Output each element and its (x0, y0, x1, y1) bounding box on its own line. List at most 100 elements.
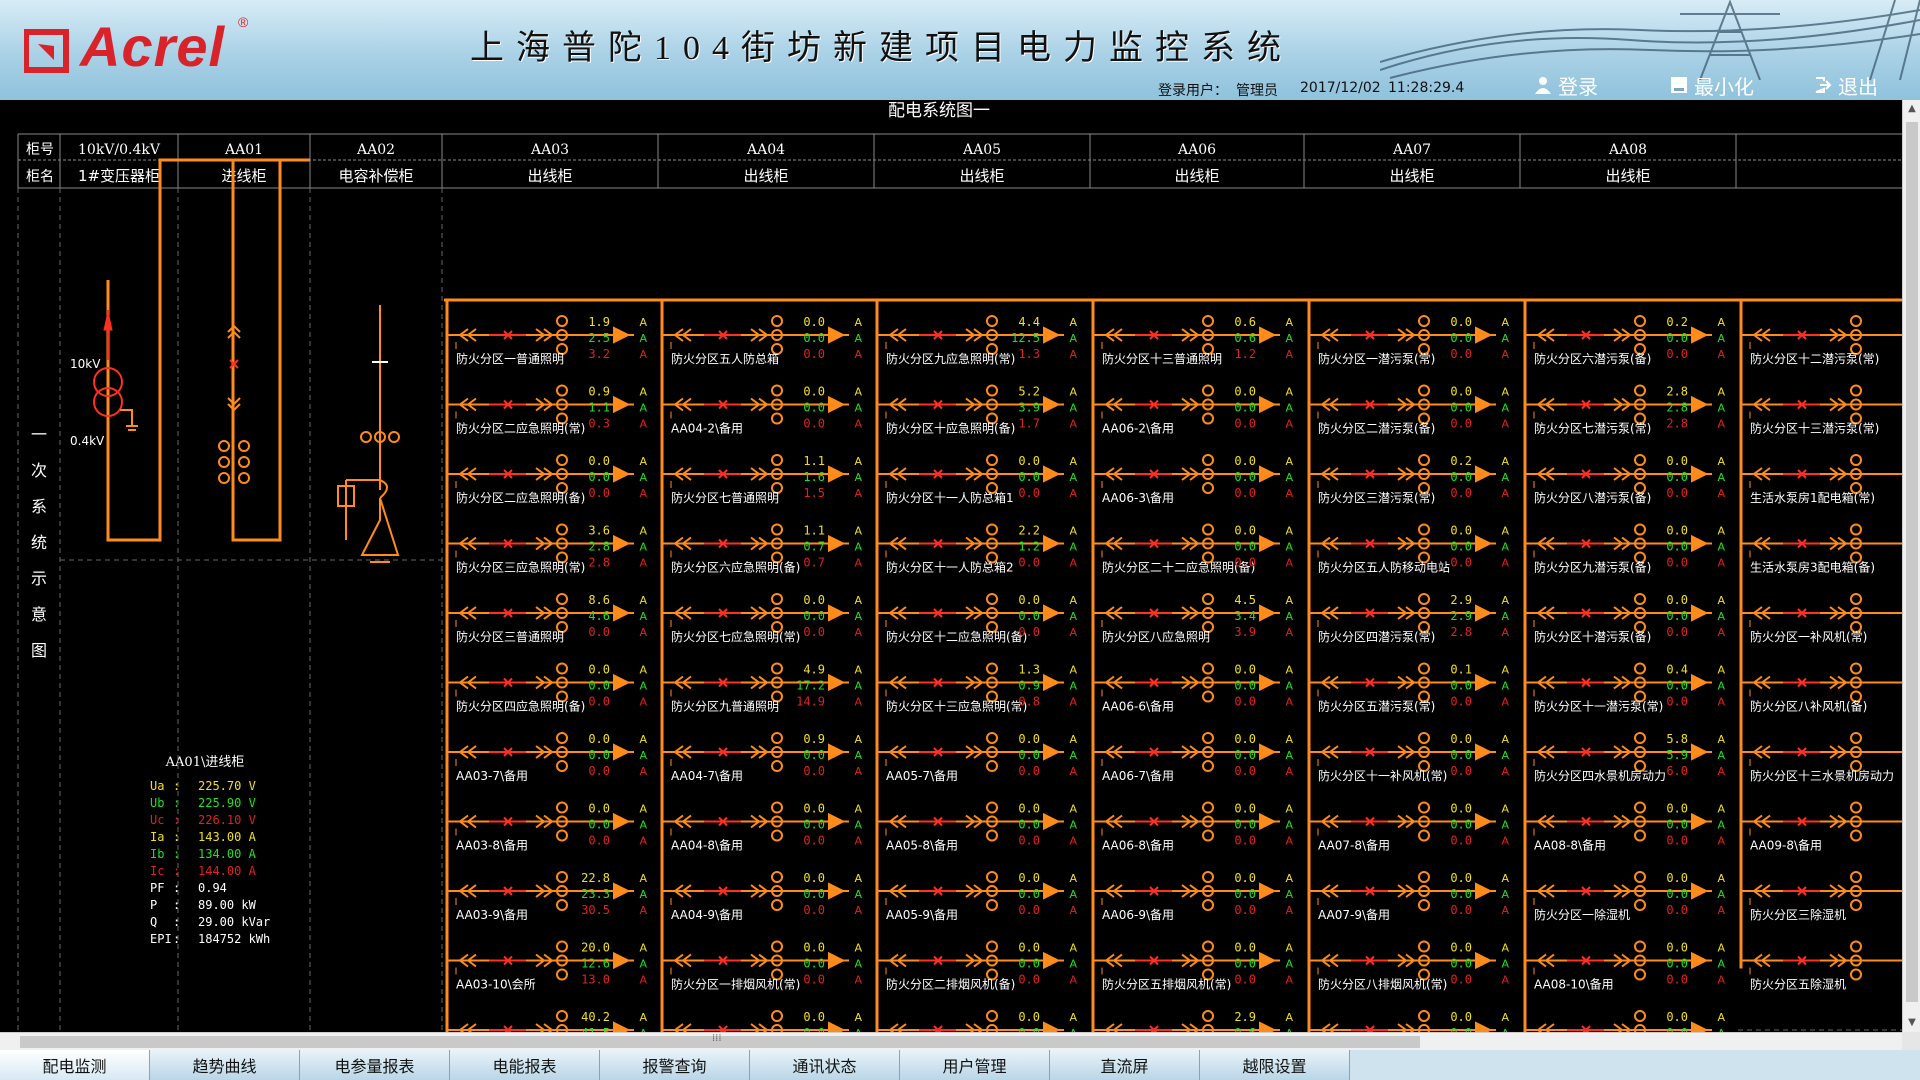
unit-a: A (1717, 819, 1725, 832)
feeder-current-ib: 0.0 (803, 818, 825, 832)
meter-colon: : (173, 881, 180, 895)
feeder-current-ia: 0.2 (1666, 315, 1688, 329)
login-button[interactable]: 登录 (1534, 72, 1598, 99)
feeder-current-ic: 0.0 (1450, 764, 1472, 778)
unit-a: A (854, 418, 862, 431)
unit-a: A (1717, 332, 1725, 345)
unit-a: A (1717, 872, 1725, 885)
incoming-meter-panel: AA01\进线柜Ua: 225.70 V Ub: 225.90 V Uc: 226.10 … (150, 755, 270, 946)
feeder-current-ia: 0.0 (803, 593, 825, 607)
feeder-current-ib: 0.0 (803, 331, 825, 345)
unit-a: A (854, 557, 862, 570)
feeder-current-ib: 0.0 (1234, 401, 1256, 415)
feeder-current-ia: 0.2 (1450, 454, 1472, 468)
tab-electrical-report[interactable]: 电参量报表 (300, 1050, 450, 1080)
feeder-current-ic: 0.0 (1666, 625, 1688, 639)
unit-a: A (854, 664, 862, 677)
feeder-current-ia: 0.0 (588, 802, 610, 816)
scroll-down-icon[interactable]: ▼ (1903, 1014, 1920, 1032)
meter-value: 0.94 (198, 881, 227, 895)
unit-a: A (1717, 348, 1725, 361)
unit-a: A (639, 316, 647, 329)
tab-user-management[interactable]: 用户管理 (900, 1050, 1050, 1080)
feeder-current-ib: 0.0 (1666, 540, 1688, 554)
feeder-current-ib: 0.0 (1234, 957, 1256, 971)
unit-a: A (1069, 418, 1077, 431)
vertical-scrollbar[interactable]: ▲ ▼ (1902, 100, 1920, 1032)
feeder-circuit[interactable] (1741, 801, 1902, 842)
scroll-up-icon[interactable]: ▲ (1903, 100, 1920, 118)
diagram-viewport: 配电系统图一 柜号 柜名 10kV/0.4kV 1#变压器柜 AA01 进线柜 AA02 电容补… (0, 100, 1902, 1032)
unit-a: A (639, 733, 647, 746)
unit-a: A (1069, 942, 1077, 955)
feeder-current-ic: 0.0 (1450, 903, 1472, 917)
unit-a: A (1501, 733, 1509, 746)
unit-a: A (854, 872, 862, 885)
feeder-circuit[interactable] (1741, 732, 1902, 772)
feeder-current-ia: 2.8 (1666, 385, 1688, 399)
feeder-current-ia: 0.0 (1234, 663, 1256, 677)
tab-trend-curve[interactable]: 趋势曲线 (150, 1050, 300, 1080)
unit-a: A (1285, 958, 1293, 971)
unit-a: A (1069, 888, 1077, 901)
unit-a: A (854, 942, 862, 955)
hv-voltage-label: 10kV (70, 357, 101, 371)
feeder-name: 防火分区五人防移动电站 (1318, 560, 1450, 575)
minimize-button[interactable]: 最小化 (1670, 72, 1754, 99)
feeder-name: 防火分区十一人防总箱2 (886, 560, 1014, 575)
meter-value: 144.00 A (198, 864, 257, 878)
feeder-circuit[interactable] (1741, 662, 1902, 703)
side-label-char: 系 (31, 497, 47, 516)
feeder-circuit[interactable] (1741, 940, 1902, 981)
feeder-circuit[interactable] (1741, 593, 1902, 633)
unit-a: A (1501, 332, 1509, 345)
feeder-current-ia: 4.4 (1018, 315, 1040, 329)
horizontal-scrollbar[interactable]: ⁞⁞⁞ (0, 1032, 1902, 1051)
vertical-scroll-thumb[interactable] (1906, 122, 1918, 1002)
tab-dc-panel[interactable]: 直流屏 (1050, 1050, 1200, 1080)
feeder-circuit[interactable] (1741, 315, 1902, 355)
tab-comm-status[interactable]: 通讯状态 (750, 1050, 900, 1080)
feeder-circuit[interactable] (1741, 871, 1902, 911)
feeder-current-ib: 0.0 (1666, 887, 1688, 901)
unit-a: A (1069, 402, 1077, 415)
side-label-char: 示 (31, 569, 47, 588)
feeder-name: 防火分区三除湿机 (1750, 907, 1846, 922)
feeder-circuit[interactable] (1741, 523, 1902, 564)
feeder-current-ib: 0.0 (803, 957, 825, 971)
unit-a: A (1285, 557, 1293, 570)
cabinet-name: 出线柜 (1174, 167, 1219, 185)
tab-distribution-monitor[interactable]: 配电监测 (0, 1050, 150, 1080)
unit-a: A (1717, 942, 1725, 955)
incoming-bus (103, 158, 310, 542)
unit-a: A (1501, 942, 1509, 955)
feeder-circuit[interactable] (1741, 454, 1902, 494)
feeder-name: AA06-7\备用 (1102, 769, 1174, 783)
exit-button[interactable]: 退出 (1814, 72, 1878, 99)
feeder-current-ib: 2.5 (588, 331, 610, 345)
feeder-current-ic: 0.0 (588, 764, 610, 778)
unit-a: A (1285, 904, 1293, 917)
unit-a: A (1069, 594, 1077, 607)
feeder-name: 防火分区五排烟风机(常) (1102, 977, 1231, 992)
unit-a: A (1501, 835, 1509, 848)
unit-a: A (1717, 316, 1725, 329)
feeder-name: 防火分区九应急照明(常) (886, 351, 1015, 366)
unit-a: A (1285, 402, 1293, 415)
unit-a: A (854, 835, 862, 848)
unit-a: A (639, 958, 647, 971)
unit-a: A (639, 942, 647, 955)
feeder-current-ic: 2.8 (1450, 625, 1472, 639)
power-tower-icon (1380, 0, 1920, 80)
tab-limit-settings[interactable]: 越限设置 (1200, 1050, 1350, 1080)
unit-a: A (1501, 765, 1509, 778)
unit-a: A (1501, 386, 1509, 399)
feeder-circuit[interactable] (1741, 384, 1902, 425)
unit-a: A (1069, 1011, 1077, 1024)
feeder-current-ic: 0.0 (803, 834, 825, 848)
tab-alarm-query[interactable]: 报警查询 (600, 1050, 750, 1080)
feeder-current-ic: 0.0 (1450, 347, 1472, 361)
feeder-current-ia: 4.5 (1234, 593, 1256, 607)
tab-energy-report[interactable]: 电能报表 (450, 1050, 600, 1080)
feeder-name: 防火分区六潜污泵(备) (1534, 351, 1651, 366)
